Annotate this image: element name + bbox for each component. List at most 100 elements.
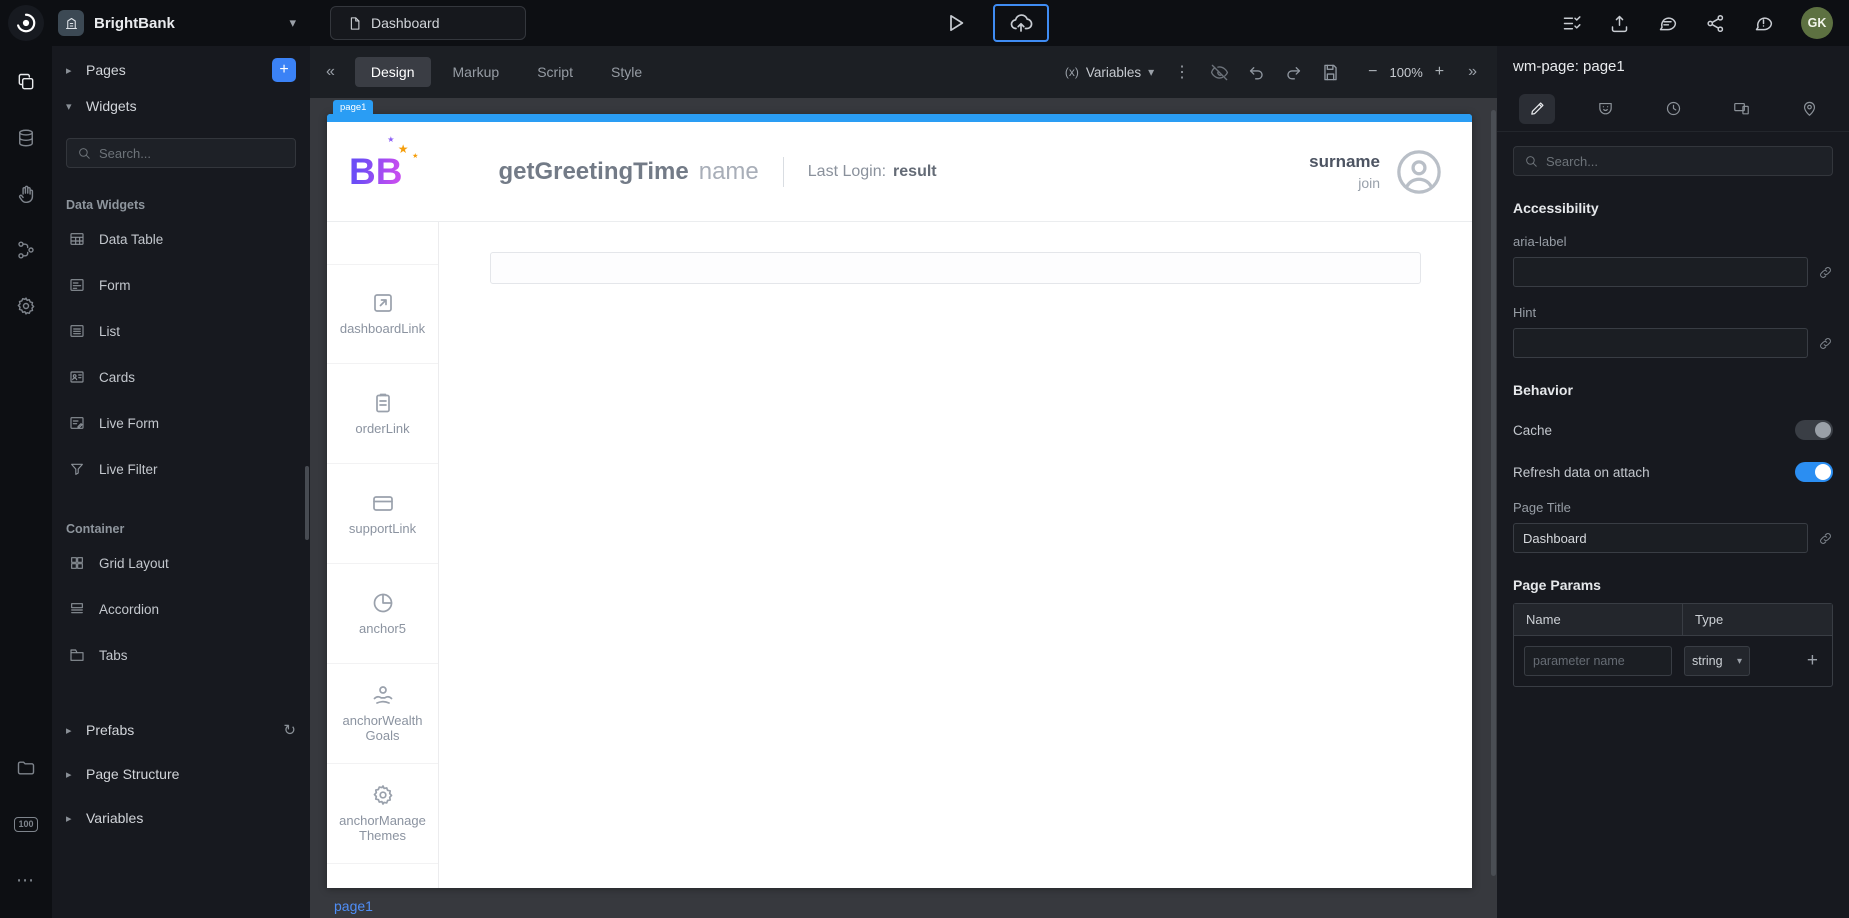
more-options-icon[interactable]: ⋯: [6, 852, 46, 908]
settings-icon[interactable]: [6, 278, 46, 334]
run-button[interactable]: [943, 11, 967, 35]
last-login-label[interactable]: Last Login: result: [808, 163, 937, 181]
widget-item-live-form[interactable]: Live Form: [52, 400, 310, 446]
project-selector[interactable]: BrightBank ▾: [58, 10, 296, 36]
widget-item-list[interactable]: List: [52, 308, 310, 354]
page-title-input[interactable]: [1513, 523, 1808, 553]
tab-style[interactable]: Style: [595, 57, 658, 87]
run-deploy-group: [943, 0, 1049, 46]
tab-markup[interactable]: Markup: [437, 57, 516, 87]
caret-right-icon: ▸: [66, 812, 72, 825]
widget-item-grid-layout[interactable]: Grid Layout: [52, 540, 310, 586]
add-page-button[interactable]: +: [272, 58, 296, 82]
tab-design[interactable]: Design: [354, 57, 431, 87]
app-logo[interactable]: [8, 5, 44, 41]
refresh-data-toggle[interactable]: [1795, 462, 1833, 482]
user-avatar-icon[interactable]: [1396, 149, 1442, 195]
join-label[interactable]: join: [1358, 175, 1380, 191]
preview-eye-off-icon[interactable]: [1210, 63, 1229, 82]
widget-item-form[interactable]: Form: [52, 262, 310, 308]
pages-section-header[interactable]: ▸ Pages +: [52, 52, 310, 88]
page-breadcrumb-label[interactable]: page1: [334, 898, 373, 914]
feedback-icon[interactable]: [1753, 13, 1774, 34]
greeting-binding-label[interactable]: getGreetingTime: [498, 158, 688, 186]
live-filter-icon: [68, 461, 86, 477]
nav-item-support-link[interactable]: supportLink: [327, 464, 438, 564]
widget-item-cards[interactable]: Cards: [52, 354, 310, 400]
param-name-input[interactable]: [1524, 646, 1672, 676]
save-icon[interactable]: [1321, 63, 1340, 82]
database-icon[interactable]: [6, 110, 46, 166]
api-flow-icon[interactable]: [6, 222, 46, 278]
aria-label-label: aria-label: [1513, 234, 1567, 249]
nav-item-wealth-goals[interactable]: anchorWealthGoals: [327, 664, 438, 764]
greeting-name-label[interactable]: name: [699, 158, 759, 186]
bind-link-icon[interactable]: [1818, 531, 1833, 546]
zoom-out-button[interactable]: −: [1368, 63, 1377, 81]
localization-100-icon[interactable]: 100: [6, 796, 46, 852]
star-icon: ★: [387, 134, 395, 144]
variables-section-header[interactable]: ▸ Variables: [52, 796, 310, 840]
widget-item-data-table[interactable]: Data Table: [52, 216, 310, 262]
canvas-scrollbar-thumb[interactable]: [1491, 110, 1496, 877]
add-param-button[interactable]: +: [1803, 650, 1822, 672]
undo-icon[interactable]: [1247, 63, 1266, 82]
export-icon[interactable]: [1609, 13, 1630, 34]
brand-logo[interactable]: BB ★ ★ ★: [349, 135, 418, 193]
file-icon: [347, 16, 362, 31]
aria-label-input[interactable]: [1513, 257, 1808, 287]
history-tab-clock-icon[interactable]: [1655, 94, 1691, 124]
open-page-tab[interactable]: Dashboard: [330, 6, 526, 40]
deploy-button[interactable]: [992, 4, 1049, 42]
more-actions-icon[interactable]: ⋮: [1172, 62, 1192, 82]
pages-icon[interactable]: [6, 54, 46, 110]
chat-icon[interactable]: [1657, 13, 1678, 34]
user-avatar[interactable]: GK: [1801, 7, 1833, 39]
properties-panel: wm-page: page1 Accessibility: [1497, 46, 1849, 918]
nav-item-dashboard-link[interactable]: dashboardLink: [327, 264, 438, 364]
widget-item-tabs[interactable]: Tabs: [52, 632, 310, 678]
widget-item-accordion[interactable]: Accordion: [52, 586, 310, 632]
hint-input[interactable]: [1513, 328, 1808, 358]
share-icon[interactable]: [1705, 13, 1726, 34]
param-type-select[interactable]: string ▾: [1684, 646, 1750, 676]
page-selection-tag[interactable]: page1: [333, 100, 374, 114]
variables-dropdown[interactable]: (x) Variables ▾: [1065, 65, 1154, 80]
zoom-in-button[interactable]: +: [1435, 63, 1444, 81]
cache-toggle[interactable]: [1795, 420, 1833, 440]
redo-icon[interactable]: [1284, 63, 1303, 82]
container-widget[interactable]: [490, 252, 1421, 284]
prefabs-section-header[interactable]: ▸ Prefabs ↻: [52, 708, 310, 752]
property-search-input[interactable]: [1546, 153, 1822, 169]
tab-script[interactable]: Script: [521, 57, 589, 87]
live-form-icon: [68, 415, 86, 431]
widget-item-live-filter[interactable]: Live Filter: [52, 446, 310, 492]
layout-tab-devices-icon[interactable]: [1723, 94, 1759, 124]
nav-item-manage-themes[interactable]: anchorManageThemes: [327, 764, 438, 864]
surname-label[interactable]: surname: [1309, 152, 1380, 172]
data-widgets-title: Data Widgets: [66, 198, 146, 212]
styles-tab-mask-icon[interactable]: [1587, 94, 1623, 124]
widget-search-input[interactable]: [99, 145, 285, 161]
canvas-toolbar: « Design Markup Script Style (x) Variabl…: [310, 46, 1497, 98]
page-structure-section-header[interactable]: ▸ Page Structure: [52, 752, 310, 796]
widgets-section-header[interactable]: ▾ Widgets: [52, 88, 310, 124]
refresh-prefabs-icon[interactable]: ↻: [283, 721, 296, 739]
page-header-widget[interactable]: BB ★ ★ ★ getGreetingTime name Last Login…: [327, 122, 1472, 222]
left-panel-scrollbar[interactable]: [305, 466, 309, 540]
collapse-left-icon[interactable]: «: [320, 63, 341, 81]
drag-hand-icon[interactable]: [6, 166, 46, 222]
page-canvas[interactable]: page1 BB ★ ★ ★ getGreetingTime name Last…: [327, 100, 1472, 888]
column-header-type: Type: [1682, 604, 1832, 635]
nav-item-order-link[interactable]: orderLink: [327, 364, 438, 464]
markers-tab-pin-icon[interactable]: [1791, 94, 1827, 124]
nav-item-anchor5[interactable]: anchor5: [327, 564, 438, 664]
left-icon-strip: 100 ⋯: [0, 46, 52, 918]
collapse-right-icon[interactable]: »: [1462, 63, 1483, 81]
task-list-icon[interactable]: [1561, 13, 1582, 34]
bind-link-icon[interactable]: [1818, 336, 1833, 351]
properties-tab-pencil-icon[interactable]: [1519, 93, 1555, 124]
bind-link-icon[interactable]: [1818, 265, 1833, 280]
canvas-toolbar-right: (x) Variables ▾ ⋮ − 100% + »: [1065, 62, 1487, 82]
folder-icon[interactable]: [6, 740, 46, 796]
